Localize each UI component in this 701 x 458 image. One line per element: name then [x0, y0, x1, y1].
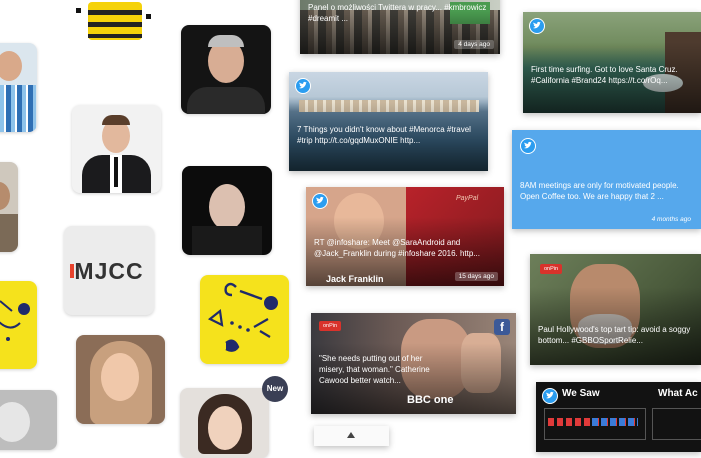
twitter-icon [542, 388, 558, 404]
post-card-infographic[interactable]: We Saw What Ac [536, 382, 701, 452]
mjcc-logo-tile[interactable]: MJCC [64, 226, 154, 315]
infographic-dots-blue [592, 418, 638, 426]
mjcc-logo-text: MJCC [74, 258, 144, 284]
post-text: Paul Hollywood's top tart tip: avoid a s… [538, 325, 691, 345]
brand-label: PayPal [456, 195, 479, 202]
post-card-coffee[interactable]: 8AM meetings are only for motivated peop… [512, 130, 701, 229]
post-card-panel[interactable]: Panel o możliwości Twittera w pracy... #… [300, 0, 500, 54]
onpin-badge: onPin [540, 264, 563, 274]
post-time: 15 days ago [454, 272, 498, 281]
doodle-logo-tile-left[interactable] [0, 281, 37, 369]
post-card-partial-bottom[interactable] [314, 426, 389, 446]
post-card-menorca[interactable]: 7 Things you didn't know about #Menorca … [289, 72, 488, 171]
avatar-phone-man[interactable] [0, 162, 18, 252]
mjcc-logo-accent [70, 264, 74, 278]
post-text: "She needs putting out of her misery, th… [319, 354, 430, 385]
post-card-infoshare[interactable]: PayPal RT @infoshare: Meet @SaraAndroid … [306, 187, 504, 286]
infographic-left-label: We Saw [562, 388, 600, 399]
avatar-grey-hair-man[interactable] [181, 25, 271, 114]
avatar-hoodie-man[interactable] [182, 166, 272, 255]
doodle-logo-tile[interactable] [200, 275, 289, 364]
doodle-face-icon [207, 282, 278, 352]
post-time: 4 months ago [651, 216, 691, 223]
up-arrow-icon [347, 432, 355, 438]
twitter-icon [529, 18, 545, 34]
post-card-hollywood[interactable]: onPin Paul Hollywood's top tart tip: avo… [530, 254, 701, 365]
avatar-suit-man[interactable] [72, 105, 161, 193]
post-card-bbc[interactable]: onPin f "She needs putting out of her mi… [311, 313, 516, 414]
avatar-smiling-woman[interactable] [76, 335, 165, 424]
name-overlay: Jack Franklin [326, 274, 384, 284]
post-text: 8AM meetings are only for motivated peop… [520, 181, 679, 201]
twitter-icon [312, 193, 328, 209]
avatar-dark-hair-woman[interactable] [180, 388, 269, 458]
bee-logo-tile[interactable] [72, 0, 156, 54]
post-time: 4 days ago [454, 40, 494, 49]
onpin-badge: onPin [319, 321, 342, 331]
post-text: First time surfing. Got to love Santa Cr… [531, 65, 678, 85]
post-card-surfing[interactable]: First time surfing. Got to love Santa Cr… [523, 12, 701, 113]
facebook-icon: f [494, 319, 510, 335]
avatar-grey-partial[interactable] [0, 390, 57, 450]
post-text: Panel o możliwości Twittera w pracy... #… [308, 3, 487, 23]
post-text: RT @infoshare: Meet @SaraAndroid and @Ja… [314, 238, 480, 258]
post-text: 7 Things you didn't know about #Menorca … [297, 125, 471, 145]
twitter-icon [295, 78, 311, 94]
channel-logo: BBC one [407, 394, 454, 406]
infographic-right-label: What Ac [658, 388, 698, 399]
doodle-icon [0, 300, 30, 341]
new-badge: New [262, 376, 288, 402]
twitter-icon [520, 138, 536, 154]
bee-icon [76, 2, 151, 40]
avatar-plaid-man[interactable] [0, 43, 37, 132]
